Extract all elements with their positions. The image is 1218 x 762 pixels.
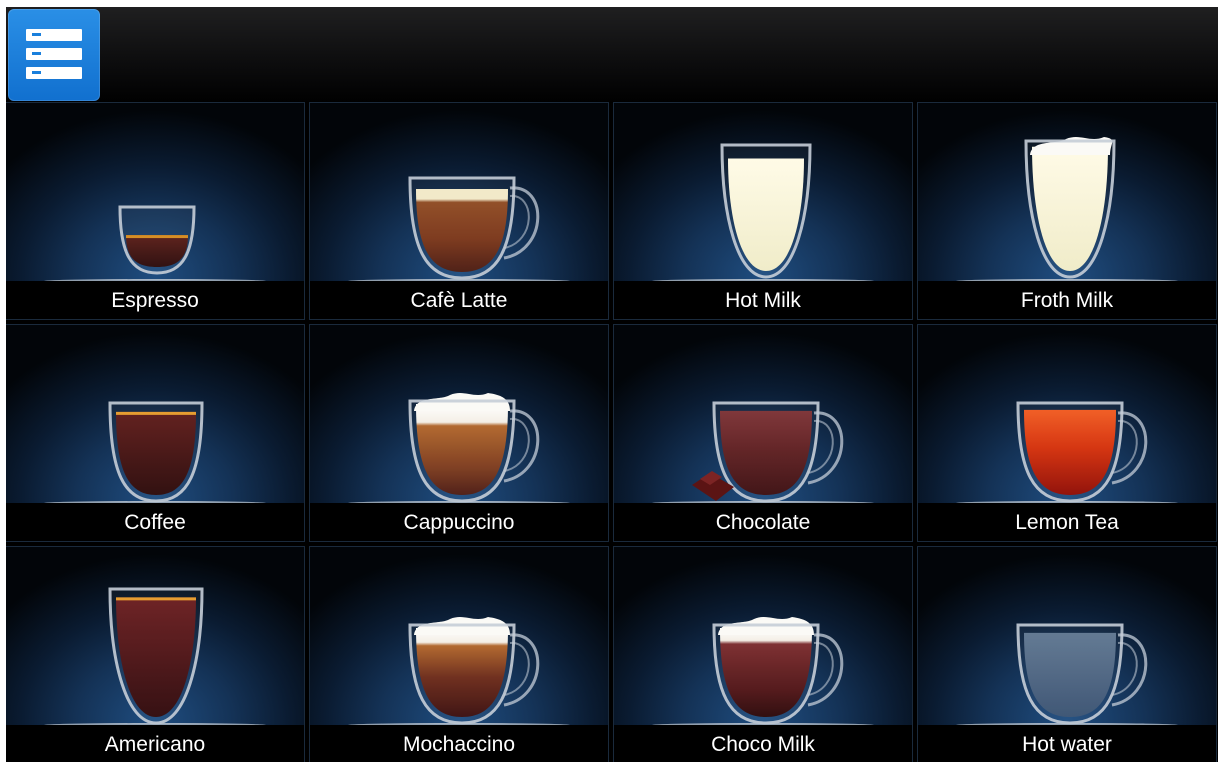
beverage-label: Americano — [6, 725, 304, 762]
beverage-tile[interactable]: Hot Milk — [613, 102, 913, 320]
beverage-label: Chocolate — [614, 503, 912, 541]
beverage-label: Cappuccino — [310, 503, 608, 541]
beverage-tile[interactable]: Cafè Latte — [309, 102, 609, 320]
beverage-label: Espresso — [6, 281, 304, 319]
beverage-label: Lemon Tea — [918, 503, 1216, 541]
beverage-label: Hot Milk — [614, 281, 912, 319]
beverage-tile[interactable]: Hot water — [917, 546, 1217, 762]
beverage-tile[interactable]: Lemon Tea — [917, 324, 1217, 542]
beverage-grid: Espresso Cafè Latte Hot Milk Froth Milk Coff… — [6, 102, 1218, 762]
beverage-tile[interactable]: Cappuccino — [309, 324, 609, 542]
beverage-tile[interactable]: Americano — [6, 546, 305, 762]
top-bar — [6, 7, 1218, 103]
beverage-screen: Espresso Cafè Latte Hot Milk Froth Milk Coff… — [6, 7, 1218, 762]
beverage-tile[interactable]: Coffee — [6, 324, 305, 542]
beverage-tile[interactable]: Chocolate — [613, 324, 913, 542]
beverage-tile[interactable]: Mochaccino — [309, 546, 609, 762]
beverage-tile[interactable]: Espresso — [6, 102, 305, 320]
beverage-label: Coffee — [6, 503, 304, 541]
beverage-label: Cafè Latte — [310, 281, 608, 319]
list-menu-icon — [26, 29, 82, 79]
menu-button[interactable] — [8, 9, 100, 101]
beverage-label: Hot water — [918, 725, 1216, 762]
beverage-label: Mochaccino — [310, 725, 608, 762]
beverage-label: Choco Milk — [614, 725, 912, 762]
beverage-tile[interactable]: Choco Milk — [613, 546, 913, 762]
beverage-label: Froth Milk — [918, 281, 1216, 319]
beverage-tile[interactable]: Froth Milk — [917, 102, 1217, 320]
